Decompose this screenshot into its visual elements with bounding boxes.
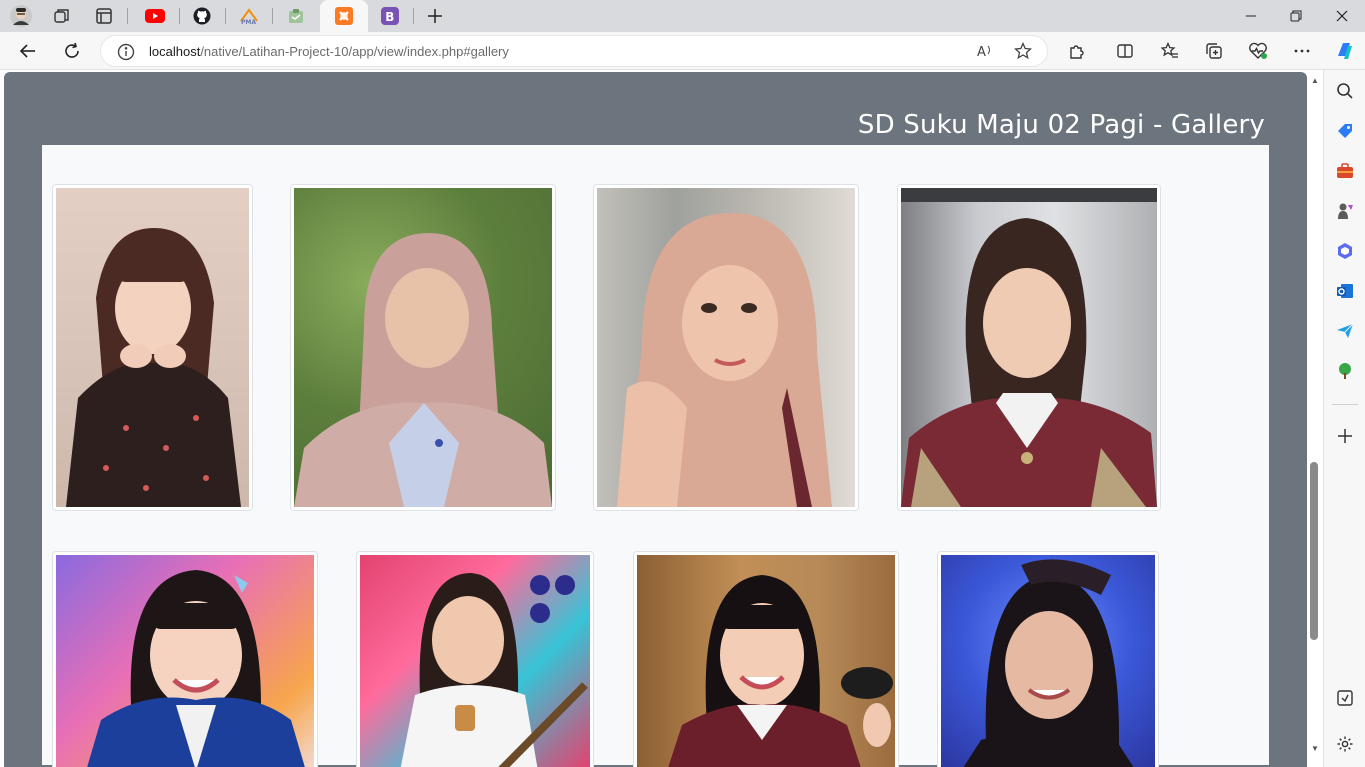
tab-separator xyxy=(127,8,128,24)
tools-briefcase-icon[interactable] xyxy=(1334,160,1356,182)
games-icon[interactable] xyxy=(1334,200,1356,222)
tab-separator xyxy=(179,8,180,24)
arrow-left-icon xyxy=(19,44,35,58)
outlook-icon[interactable] xyxy=(1334,280,1356,302)
add-sidebar-app-icon[interactable] xyxy=(1334,425,1356,447)
tab-separator xyxy=(272,8,273,24)
github-icon[interactable] xyxy=(190,4,214,28)
reload-icon xyxy=(65,42,79,58)
favorite-star-icon[interactable] xyxy=(1013,41,1033,65)
gallery-photo-6[interactable] xyxy=(356,551,594,767)
copilot-icon xyxy=(1338,43,1352,59)
restore-button[interactable] xyxy=(1273,0,1319,32)
close-icon xyxy=(1336,10,1348,22)
site-info-icon[interactable] xyxy=(117,43,135,61)
screenshot-icon[interactable] xyxy=(1334,687,1356,709)
split-screen-button[interactable] xyxy=(1110,36,1140,66)
scrollbar-thumb[interactable] xyxy=(1310,462,1318,640)
back-button[interactable] xyxy=(13,36,43,66)
minimize-button[interactable] xyxy=(1228,0,1274,32)
settings-more-button[interactable] xyxy=(1287,36,1317,66)
svg-text:A: A xyxy=(977,45,986,60)
gallery-section xyxy=(42,145,1269,767)
sidebar-separator xyxy=(1332,404,1358,405)
svg-text:B: B xyxy=(385,10,394,24)
phpmyadmin-icon[interactable]: PMA xyxy=(237,4,261,28)
microsoft365-icon[interactable] xyxy=(1334,240,1356,262)
puzzle-icon xyxy=(1070,45,1084,59)
new-tab-icon[interactable] xyxy=(423,4,447,28)
collections-button[interactable] xyxy=(1199,36,1229,66)
heart-pulse-icon xyxy=(1249,42,1267,59)
minimize-icon xyxy=(1246,15,1256,17)
tab-active-xampp[interactable] xyxy=(320,0,368,32)
url-host: localhost xyxy=(149,44,201,59)
page-title: SD Suku Maju 02 Pagi - Gallery xyxy=(857,110,1265,140)
restore-icon xyxy=(1290,10,1302,22)
collections-icon xyxy=(1206,43,1222,59)
gallery-photo-2[interactable] xyxy=(290,184,556,511)
xampp-icon xyxy=(335,7,353,25)
more-dots-icon xyxy=(1294,49,1310,53)
gallery-photo-4[interactable] xyxy=(897,184,1161,511)
gallery-photo-1[interactable] xyxy=(52,184,253,511)
tab-separator xyxy=(413,8,414,24)
gallery-photo-3[interactable] xyxy=(593,184,859,511)
browser-toolbar: localhost/native/Latihan-Project-10/app/… xyxy=(0,32,1365,70)
scroll-down-icon[interactable]: ▼ xyxy=(1310,744,1320,754)
extensions-button[interactable] xyxy=(1062,36,1092,66)
edge-sidebar xyxy=(1323,70,1365,767)
vertical-scrollbar[interactable]: ▲ ▼ xyxy=(1307,70,1323,767)
tab-strip: PMA B xyxy=(0,0,1365,32)
bootstrap-icon[interactable]: B xyxy=(378,4,402,28)
gallery-photo-8[interactable] xyxy=(937,551,1159,767)
browser-essentials-button[interactable] xyxy=(1243,36,1273,66)
gallery-photo-5[interactable] xyxy=(52,551,318,767)
app-tab-icon[interactable] xyxy=(284,4,308,28)
tab-separator xyxy=(225,8,226,24)
svg-text:PMA: PMA xyxy=(241,19,256,25)
search-icon[interactable] xyxy=(1334,80,1356,102)
shopping-tag-icon[interactable] xyxy=(1334,120,1356,142)
page-viewport: SD Suku Maju 02 Pagi - Gallery xyxy=(0,70,1323,767)
favorites-icon xyxy=(1161,42,1178,58)
url-path: /native/Latihan-Project-10/app/view/inde… xyxy=(200,44,509,59)
tree-icon[interactable] xyxy=(1334,360,1356,382)
read-aloud-icon[interactable]: A xyxy=(976,42,994,65)
reload-button[interactable] xyxy=(57,36,87,66)
favorites-button[interactable] xyxy=(1155,36,1185,66)
sidebar-settings-gear-icon[interactable] xyxy=(1334,733,1356,755)
youtube-icon[interactable] xyxy=(143,4,167,28)
tab-actions-icon[interactable] xyxy=(92,4,116,28)
url-text[interactable]: localhost/native/Latihan-Project-10/app/… xyxy=(149,44,509,59)
address-bar[interactable]: localhost/native/Latihan-Project-10/app/… xyxy=(100,35,1048,67)
workspaces-icon[interactable] xyxy=(50,4,74,28)
send-drop-icon[interactable] xyxy=(1334,320,1356,342)
close-window-button[interactable] xyxy=(1319,0,1365,32)
gallery-photo-7[interactable] xyxy=(633,551,899,767)
split-screen-icon xyxy=(1117,44,1133,58)
copilot-button[interactable] xyxy=(1330,36,1360,66)
profile-avatar-icon[interactable] xyxy=(9,4,33,28)
scroll-up-icon[interactable]: ▲ xyxy=(1310,76,1320,86)
